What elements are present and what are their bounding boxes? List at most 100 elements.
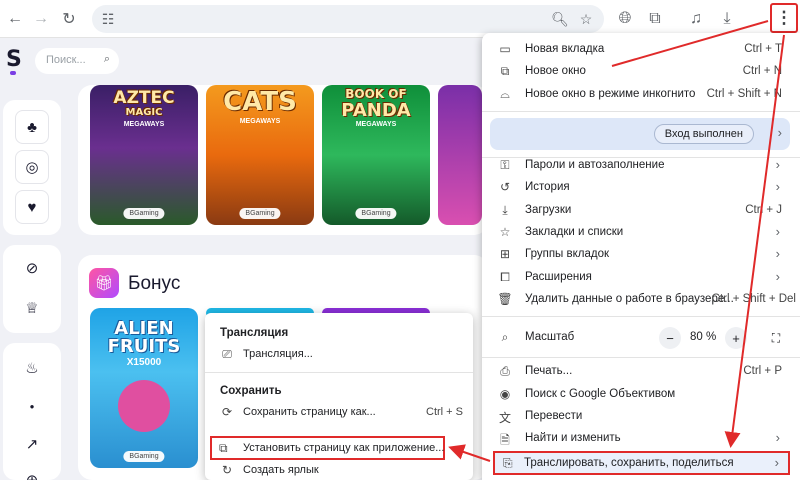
game-tile-panda[interactable]: BOOK OF PANDA MEGAWAYS BGaming bbox=[322, 85, 430, 225]
download-icon[interactable]: ⤓ bbox=[714, 6, 740, 32]
translate-icon[interactable]: 🌐︎ bbox=[612, 6, 638, 32]
menu-item-incognito[interactable]: ⌓ Новое окно в режиме инкогнито Ctrl + S… bbox=[482, 84, 800, 106]
zoom-in-button[interactable]: + bbox=[725, 327, 747, 349]
profile-row[interactable]: Вход выполнен › bbox=[490, 118, 790, 150]
lens-icon: ◉ bbox=[499, 387, 511, 401]
chevron-right-icon: › bbox=[774, 455, 779, 470]
menu-label: История bbox=[525, 181, 570, 193]
trophy-icon[interactable]: ♕ bbox=[15, 291, 49, 325]
history-icon: ↺ bbox=[499, 180, 511, 194]
game-tile-alien-fruits[interactable]: ALIEN FRUITS X15000 BGaming bbox=[90, 308, 198, 468]
menu-label: Поиск с Google Объективом bbox=[525, 388, 676, 400]
forward-arrow-icon[interactable]: → bbox=[28, 6, 54, 32]
game-subtitle: PANDA bbox=[341, 100, 411, 121]
menu-item-extensions[interactable]: ⧠ Расширения › bbox=[482, 267, 800, 289]
menu-item-history[interactable]: ↺ История › bbox=[482, 177, 800, 199]
trash-icon: 🗑︎ bbox=[497, 292, 513, 306]
chevron-right-icon: › bbox=[775, 157, 780, 172]
new-tab-icon: ▭ bbox=[499, 42, 511, 56]
menu-item-passwords[interactable]: ⚿ Пароли и автозаполнение › bbox=[482, 155, 800, 177]
globe-icon[interactable]: ⊕ bbox=[15, 463, 49, 480]
game-tile-aztec[interactable]: AZTEC MAGIC MEGAWAYS BGaming bbox=[90, 85, 198, 225]
game-tile-partial[interactable] bbox=[438, 85, 482, 225]
reload-icon[interactable]: ↻ bbox=[56, 6, 82, 32]
menu-label: Загрузки bbox=[525, 204, 572, 216]
cast-save-icon: ⎘ bbox=[503, 456, 513, 470]
menu-label: Новое окно в режиме инкогнито bbox=[525, 88, 696, 100]
menu-shortcut: Ctrl + T bbox=[744, 43, 782, 55]
sidebar-group-middle: ⊘ ♕ bbox=[3, 245, 61, 333]
cherry-icon[interactable]: ♣ bbox=[15, 110, 49, 144]
menu-label: Перевести bbox=[525, 410, 583, 422]
menu-label: Группы вкладок bbox=[525, 248, 610, 260]
menu-item-new-tab[interactable]: ▭ Новая вкладка Ctrl + T bbox=[482, 39, 800, 61]
printer-icon: ⎙ bbox=[500, 364, 510, 378]
game-extra: MEGAWAYS bbox=[355, 121, 397, 128]
kebab-menu-icon[interactable]: ⋮ bbox=[770, 3, 798, 33]
extensions-icon[interactable]: ⧉ bbox=[642, 6, 668, 32]
submenu-item-create-shortcut[interactable]: ↻ Создать ярлык bbox=[205, 460, 473, 480]
menu-item-google-lens[interactable]: ◉ Поиск с Google Объективом bbox=[482, 384, 800, 406]
menu-item-bookmarks[interactable]: ☆ Закладки и списки › bbox=[482, 222, 800, 244]
search-placeholder: Поиск... bbox=[46, 54, 86, 66]
game-tile-cats[interactable]: CATS MEGAWAYS BGaming bbox=[206, 85, 314, 225]
chevron-right-icon: › bbox=[775, 224, 780, 239]
site-logo[interactable]: S bbox=[6, 47, 22, 72]
menu-item-cast-save-share[interactable]: ⎘ Транслировать, сохранить, поделиться › bbox=[493, 451, 790, 475]
signed-in-chip[interactable]: Вход выполнен bbox=[653, 124, 754, 144]
menu-item-clear-data[interactable]: 🗑︎ Удалить данные о работе в браузере...… bbox=[482, 289, 800, 311]
find-document-icon: 🗎︎ bbox=[500, 433, 510, 447]
menu-item-translate[interactable]: 文 Перевести bbox=[482, 406, 800, 428]
submenu-shortcut: Ctrl + S bbox=[426, 406, 463, 418]
save-page-icon: ⟳ bbox=[221, 405, 233, 419]
puzzle-icon: ⧠ bbox=[500, 270, 510, 284]
menu-item-downloads[interactable]: ⤓ Загрузки Ctrl + J bbox=[482, 200, 800, 222]
media-icon[interactable]: ♫ bbox=[683, 6, 709, 32]
logo-accent bbox=[10, 71, 16, 75]
translate-icon: 文 bbox=[498, 411, 511, 425]
fullscreen-icon[interactable]: ⛶ bbox=[765, 327, 787, 349]
game-extra: MEGAWAYS bbox=[239, 118, 281, 125]
menu-item-print[interactable]: ⎙ Печать... Ctrl + P bbox=[482, 361, 800, 383]
provider-badge: BGaming bbox=[355, 208, 397, 219]
submenu-item-cast[interactable]: ⎚ Трансляция... bbox=[205, 344, 473, 366]
chevron-right-icon: › bbox=[775, 269, 780, 284]
submenu-label: Установить страницу как приложение... bbox=[243, 442, 445, 454]
menu-item-find-edit[interactable]: 🗎︎ Найти и изменить › bbox=[482, 428, 800, 450]
site-settings-icon[interactable]: ☷ bbox=[98, 9, 118, 29]
heart-icon[interactable]: ♥ bbox=[15, 190, 49, 224]
menu-label: Печать... bbox=[525, 365, 573, 377]
chip-icon[interactable]: ◎ bbox=[15, 150, 49, 184]
submenu-item-save-page[interactable]: ⟳ Сохранить страницу как... Ctrl + S bbox=[205, 402, 473, 424]
new-badge-icon[interactable]: ● bbox=[15, 389, 49, 423]
address-bar[interactable]: ☷ 🔍︎ ☆ bbox=[92, 5, 604, 33]
game-subtitle: MAGIC bbox=[125, 107, 163, 118]
sport-icon[interactable]: ⊘ bbox=[15, 251, 49, 285]
tab-groups-icon: ⊞ bbox=[499, 247, 511, 261]
monster-illustration bbox=[118, 380, 170, 432]
site-search-input[interactable]: Поиск... ⌕ bbox=[35, 48, 119, 74]
menu-item-tab-groups[interactable]: ⊞ Группы вкладок › bbox=[482, 244, 800, 266]
game-subtitle: FRUITS bbox=[107, 336, 181, 357]
submenu-label: Создать ярлык bbox=[243, 464, 319, 476]
submenu-item-install-app[interactable]: ⧉ Установить страницу как приложение... bbox=[210, 436, 445, 460]
provider-badge: BGaming bbox=[123, 208, 165, 219]
zoom-icon[interactable]: 🔍︎ bbox=[550, 9, 570, 29]
menu-label: Новое окно bbox=[525, 65, 586, 77]
menu-shortcut: Ctrl + N bbox=[742, 65, 782, 77]
back-arrow-icon[interactable]: ← bbox=[2, 6, 28, 32]
sidebar-group-top: ♣ ◎ ♥ bbox=[3, 100, 61, 235]
menu-item-zoom: ⌕ Масштаб bbox=[482, 327, 800, 349]
menu-label: Новая вкладка bbox=[525, 43, 605, 55]
zoom-out-button[interactable]: − bbox=[659, 327, 681, 349]
star-icon[interactable]: ☆ bbox=[576, 9, 596, 29]
game-extra: MEGAWAYS bbox=[123, 121, 165, 128]
menu-label: Пароли и автозаполнение bbox=[525, 159, 665, 171]
fire-icon[interactable]: ♨ bbox=[15, 351, 49, 385]
trend-chart-icon[interactable]: ↗ bbox=[15, 427, 49, 461]
game-title: CATS bbox=[223, 87, 297, 117]
new-window-icon: ⧉ bbox=[500, 64, 510, 78]
provider-badge: BGaming bbox=[123, 451, 165, 462]
menu-label: Закладки и списки bbox=[525, 226, 624, 238]
menu-item-new-window[interactable]: ⧉ Новое окно Ctrl + N bbox=[482, 61, 800, 83]
